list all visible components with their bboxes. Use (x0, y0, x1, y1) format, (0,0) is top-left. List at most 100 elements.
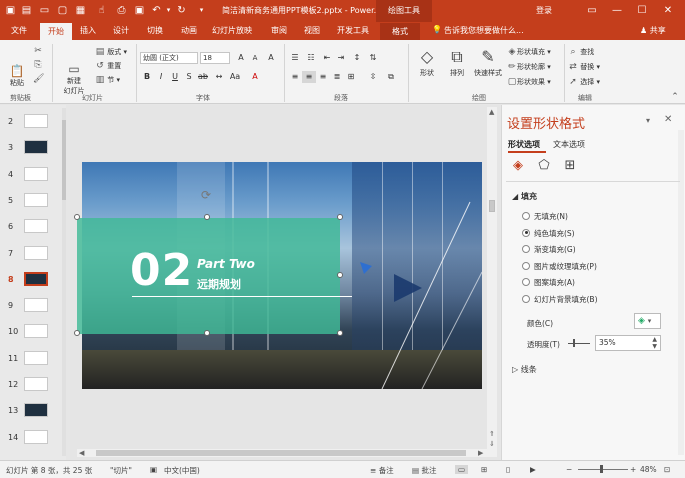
effects-icon[interactable]: ⬠ (536, 158, 552, 174)
fill-radio[interactable] (522, 261, 530, 270)
notes-button[interactable]: ≡ 备注 (370, 465, 394, 476)
fill-option-label[interactable]: 纯色填充(S) (534, 228, 575, 239)
slide-thumbnail[interactable] (24, 114, 48, 128)
tab-transitions[interactable]: 切换 (147, 25, 163, 36)
fill-option-label[interactable]: 幻灯片背景填充(B) (534, 294, 598, 305)
pane-options-icon[interactable]: ▾ (646, 116, 650, 125)
shape-fill-button[interactable]: ◈ 形状填充 ▾ (507, 47, 551, 57)
transparency-slider-knob[interactable] (573, 339, 575, 347)
minimize-icon[interactable]: — (609, 3, 625, 19)
slide-thumbnail[interactable] (24, 219, 48, 234)
resize-handle[interactable] (337, 272, 343, 278)
numbering-icon[interactable]: ☷ (304, 52, 318, 64)
resize-handle[interactable] (204, 330, 210, 336)
select-button[interactable]: ➚ 选择 ▾ (568, 77, 600, 87)
editor-horizontal-scrollbar-thumb[interactable] (96, 450, 466, 456)
format-painter-icon[interactable]: 🖌 (33, 74, 44, 84)
language-indicator[interactable]: 中文(中国) (164, 465, 200, 476)
slide-thumbnail[interactable] (24, 377, 48, 391)
editor-vertical-scrollbar-thumb[interactable] (489, 200, 495, 212)
resize-handle[interactable] (204, 214, 210, 220)
shrink-font-icon[interactable]: A (248, 52, 262, 64)
fill-radio[interactable] (522, 228, 530, 237)
tab-shape-options[interactable]: 形状选项 (508, 139, 540, 150)
shapes-button[interactable]: ◇ 形状 (414, 46, 440, 78)
spinner-icon[interactable]: ▲ ▼ (652, 336, 657, 350)
tab-format[interactable]: 格式 (380, 23, 420, 40)
fill-line-icon[interactable]: ◈ (510, 158, 526, 174)
fill-option-label[interactable]: 无填充(N) (534, 211, 568, 222)
change-case-icon[interactable]: Aa (228, 71, 242, 83)
resize-handle[interactable] (74, 214, 80, 220)
proofing-icon[interactable]: ▣ (150, 465, 157, 474)
zoom-slider-knob[interactable] (600, 465, 603, 473)
open-icon[interactable]: ▭ (38, 4, 51, 17)
qat-more-icon[interactable]: ▾ (195, 4, 208, 17)
editor-vertical-scrollbar[interactable] (487, 107, 497, 457)
close-icon[interactable]: ✕ (660, 3, 676, 19)
font-name-combo[interactable]: 幼圆 (正文) (140, 52, 198, 64)
fill-option-label[interactable]: 图案填充(A) (534, 277, 575, 288)
text-direction-icon[interactable]: ⇅ (366, 52, 380, 64)
tab-design[interactable]: 设计 (113, 25, 129, 36)
fill-radio[interactable] (522, 212, 530, 220)
shadow-icon[interactable]: S (182, 71, 196, 83)
align-left-icon[interactable]: ≡ (288, 71, 302, 83)
new-slide-icon[interactable]: ▣ (133, 4, 146, 17)
redo-icon[interactable]: ↻ (175, 4, 188, 17)
slide-thumbnail[interactable] (24, 298, 48, 313)
strikethrough-icon[interactable]: ab (196, 71, 210, 83)
thumbnail-scrollbar-thumb[interactable] (62, 120, 66, 200)
fill-radio[interactable] (522, 245, 530, 253)
scroll-page-up-icon[interactable]: ⇑ (489, 430, 495, 438)
section-button[interactable]: ▥ 节 ▾ (95, 75, 120, 85)
maximize-icon[interactable]: ☐ (634, 3, 650, 19)
tab-text-options[interactable]: 文本选项 (553, 139, 585, 150)
rotate-handle-icon[interactable]: ⟳ (201, 189, 213, 201)
slide-thumbnail[interactable] (24, 166, 48, 181)
fill-option-label[interactable]: 图片或纹理填充(P) (534, 261, 597, 272)
customize-icon[interactable]: ▦ (74, 4, 87, 17)
transparency-slider[interactable] (568, 343, 590, 344)
reset-button[interactable]: ↺ 重置 (95, 61, 121, 71)
grow-font-icon[interactable]: A (234, 52, 248, 64)
normal-view-icon[interactable]: ▭ (455, 465, 469, 474)
collapse-ribbon-icon[interactable]: ⌃ (670, 92, 680, 102)
tab-developer[interactable]: 开发工具 (337, 25, 369, 36)
bullets-icon[interactable]: ☰ (288, 52, 302, 64)
undo-dropdown-icon[interactable]: ▾ (162, 4, 175, 17)
close-icon[interactable]: ✕ (664, 114, 672, 125)
font-size-combo[interactable]: 18 (200, 52, 230, 64)
italic-icon[interactable]: I (154, 71, 168, 83)
pane-scrollbar[interactable] (678, 130, 684, 455)
clear-format-icon[interactable]: A (264, 52, 278, 64)
zoom-in-icon[interactable]: + (630, 465, 636, 474)
align-text-icon[interactable]: ⇳ (366, 71, 380, 83)
size-properties-icon[interactable]: ⊞ (562, 158, 578, 174)
slideshow-icon[interactable]: ▶ (530, 465, 536, 474)
paste-button[interactable]: 📋 粘贴 (6, 64, 28, 88)
tab-view[interactable]: 视图 (304, 25, 320, 36)
slide-thumbnail[interactable] (24, 324, 48, 339)
smartart-icon[interactable]: ⧉ (384, 71, 398, 83)
line-spacing-icon[interactable]: ↕ (350, 52, 364, 64)
comments-button[interactable]: ▤ 批注 (412, 465, 436, 476)
arrange-button[interactable]: ⧉ 排列 (444, 46, 470, 78)
share-button[interactable]: ♟ 共享 (640, 25, 666, 36)
tab-home[interactable]: 开始 (40, 23, 72, 40)
shape-effect-button[interactable]: ▢形状效果 ▾ (507, 77, 551, 87)
line-section-header[interactable]: ▷ 线条 (512, 364, 537, 375)
ribbon-display-icon[interactable]: ▭ (584, 3, 600, 19)
char-spacing-icon[interactable]: ↔ (212, 71, 226, 83)
touch-mode-icon[interactable]: ☝ (95, 4, 108, 17)
shape-outline-button[interactable]: ✏形状轮廓 ▾ (507, 62, 551, 72)
quick-styles-button[interactable]: ✎ 快速样式 (471, 46, 505, 78)
slide-sorter-icon[interactable]: ⊞ (481, 465, 487, 474)
slide-thumbnail[interactable] (24, 350, 48, 365)
resize-handle[interactable] (337, 330, 343, 336)
zoom-out-icon[interactable]: − (566, 465, 572, 474)
slide-thumbnail[interactable] (24, 192, 48, 207)
scroll-page-down-icon[interactable]: ⇓ (489, 440, 495, 448)
slide-thumbnail[interactable] (24, 403, 48, 418)
color-picker-button[interactable]: ◈ ▾ (634, 313, 661, 329)
